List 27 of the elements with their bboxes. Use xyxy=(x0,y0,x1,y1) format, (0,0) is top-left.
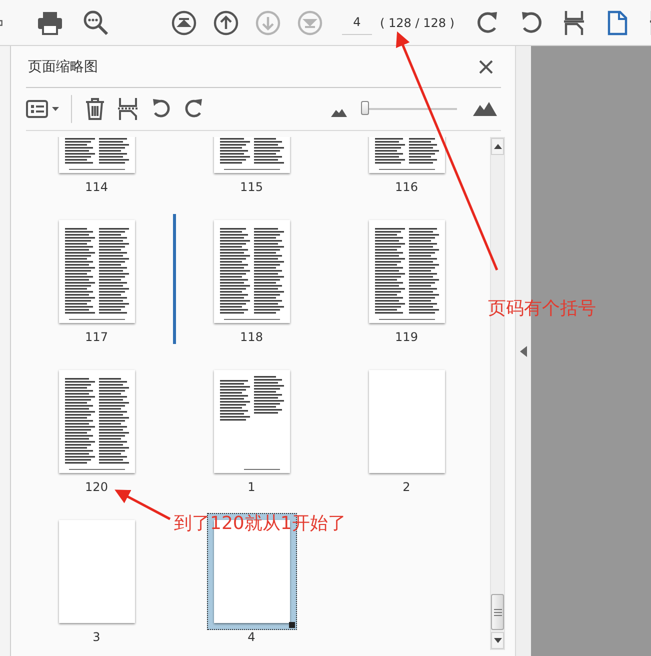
large-mountain-icon xyxy=(473,102,497,116)
page-number-label: 1 xyxy=(248,480,256,494)
page-number-label: 114 xyxy=(85,180,108,194)
page-number-label: 2 xyxy=(402,480,410,494)
trash-icon[interactable] xyxy=(84,95,106,123)
grip-icon[interactable] xyxy=(494,608,502,616)
annotation-text: 到了120就从1开始了 xyxy=(174,512,346,535)
page-number-label: 117 xyxy=(85,330,108,344)
page-number-label: 115 xyxy=(240,180,263,194)
scrollbar[interactable] xyxy=(490,137,505,650)
page-number-label: 116 xyxy=(395,180,418,194)
close-icon[interactable] xyxy=(479,60,493,74)
page-number-label: 118 xyxy=(240,330,263,344)
page-number-label: 3 xyxy=(92,630,100,644)
down-arrow-icon[interactable] xyxy=(494,638,502,643)
small-mountain-icon xyxy=(331,108,347,116)
page-number-label: 120 xyxy=(85,480,108,494)
panel-title: 页面缩略图 xyxy=(28,58,98,76)
page-number-field[interactable]: 4 xyxy=(342,10,372,35)
page-number-label: 119 xyxy=(395,330,418,344)
thumbnail-size-slider[interactable] xyxy=(361,101,457,117)
page-number-label: 4 xyxy=(248,630,256,644)
extract-pages-icon[interactable] xyxy=(117,95,139,123)
collapse-arrow-icon[interactable] xyxy=(520,346,527,356)
up-arrow-icon[interactable] xyxy=(494,144,502,149)
annotation-arrow xyxy=(114,490,171,520)
page-count: ( 128 / 128 ) xyxy=(380,16,454,30)
